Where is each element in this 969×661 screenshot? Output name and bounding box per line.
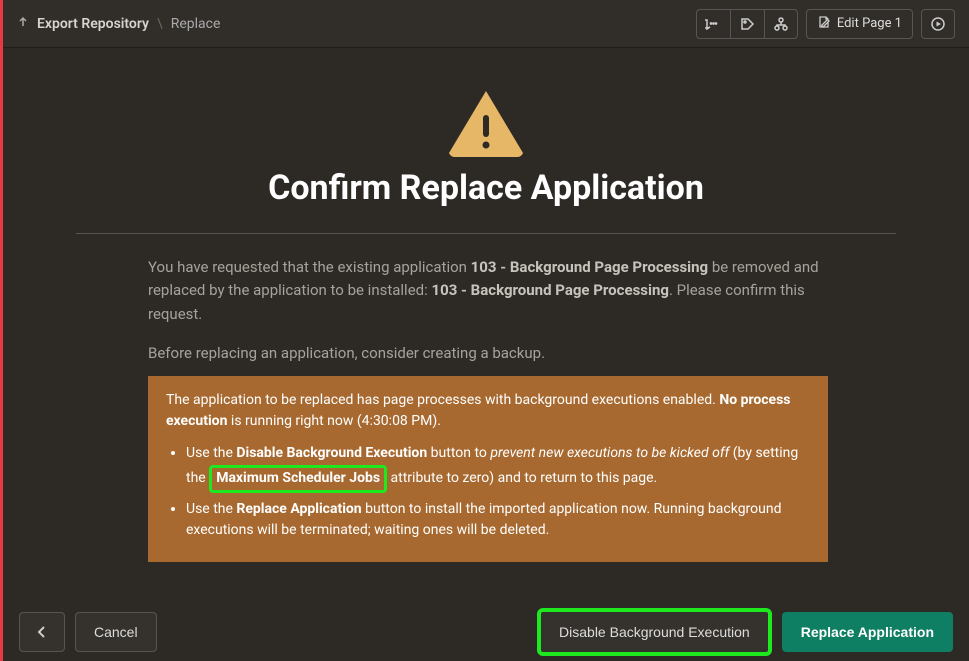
- b2-pre: Use the: [186, 501, 236, 517]
- chevron-left-icon: [36, 625, 48, 639]
- backup-hint: Before replacing an application, conside…: [148, 344, 828, 362]
- back-button[interactable]: [19, 612, 65, 652]
- alert-bullet-2: Use the Replace Application button to in…: [186, 499, 810, 542]
- desc-app-existing: 103 - Background Page Processing: [471, 258, 708, 276]
- edit-page-icon: [817, 15, 831, 33]
- tag-icon-button[interactable]: [730, 9, 764, 39]
- replace-application-button[interactable]: Replace Application: [782, 612, 953, 652]
- topbar: Export Repository \ Replace Edit Page 1: [3, 0, 969, 48]
- alert-box: The application to be replaced has page …: [148, 376, 828, 562]
- alert-intro-pre: The application to be replaced has page …: [166, 392, 719, 408]
- toolbar-icon-group: [696, 9, 798, 39]
- b1-mid1: button to: [427, 445, 490, 461]
- up-arrow-icon[interactable]: [17, 16, 29, 32]
- max-scheduler-jobs-highlight: Maximum Scheduler Jobs: [209, 465, 387, 493]
- b1-prevent: prevent new executions to be kicked off: [490, 445, 729, 461]
- description: You have requested that the existing app…: [148, 256, 828, 326]
- divider: [76, 233, 896, 234]
- chat-icon-button[interactable]: [696, 9, 730, 39]
- edit-page-label: Edit Page 1: [837, 16, 902, 31]
- alert-bullet-1: Use the Disable Background Execution but…: [186, 443, 810, 492]
- alert-intro-post: is running right now (4:30:08 PM).: [227, 413, 440, 429]
- footer: Cancel Disable Background Execution Repl…: [3, 603, 969, 661]
- cancel-button[interactable]: Cancel: [75, 612, 157, 652]
- b1-pre: Use the: [186, 445, 236, 461]
- edit-page-button[interactable]: Edit Page 1: [806, 9, 913, 39]
- toolbar-right: Edit Page 1: [696, 9, 955, 39]
- alert-list: Use the Disable Background Execution but…: [166, 443, 810, 542]
- breadcrumb-separator: \: [157, 16, 163, 32]
- b1-post: attribute to zero) and to return to this…: [387, 470, 657, 486]
- b2-replace: Replace Application: [236, 501, 361, 517]
- sitemap-icon-button[interactable]: [764, 9, 798, 39]
- warning-icon: [446, 88, 526, 158]
- run-icon-button[interactable]: [921, 9, 955, 39]
- breadcrumb-current: Replace: [171, 16, 221, 32]
- b1-disable: Disable Background Execution: [236, 445, 427, 461]
- breadcrumb: Export Repository \ Replace: [17, 16, 220, 32]
- breadcrumb-parent[interactable]: Export Repository: [37, 16, 149, 32]
- page-title: Confirm Replace Application: [268, 168, 704, 208]
- main-content: Confirm Replace Application You have req…: [3, 48, 969, 562]
- desc-pre: You have requested that the existing app…: [148, 258, 471, 276]
- disable-background-execution-button[interactable]: Disable Background Execution: [537, 608, 772, 656]
- desc-app-new: 103 - Background Page Processing: [431, 281, 668, 299]
